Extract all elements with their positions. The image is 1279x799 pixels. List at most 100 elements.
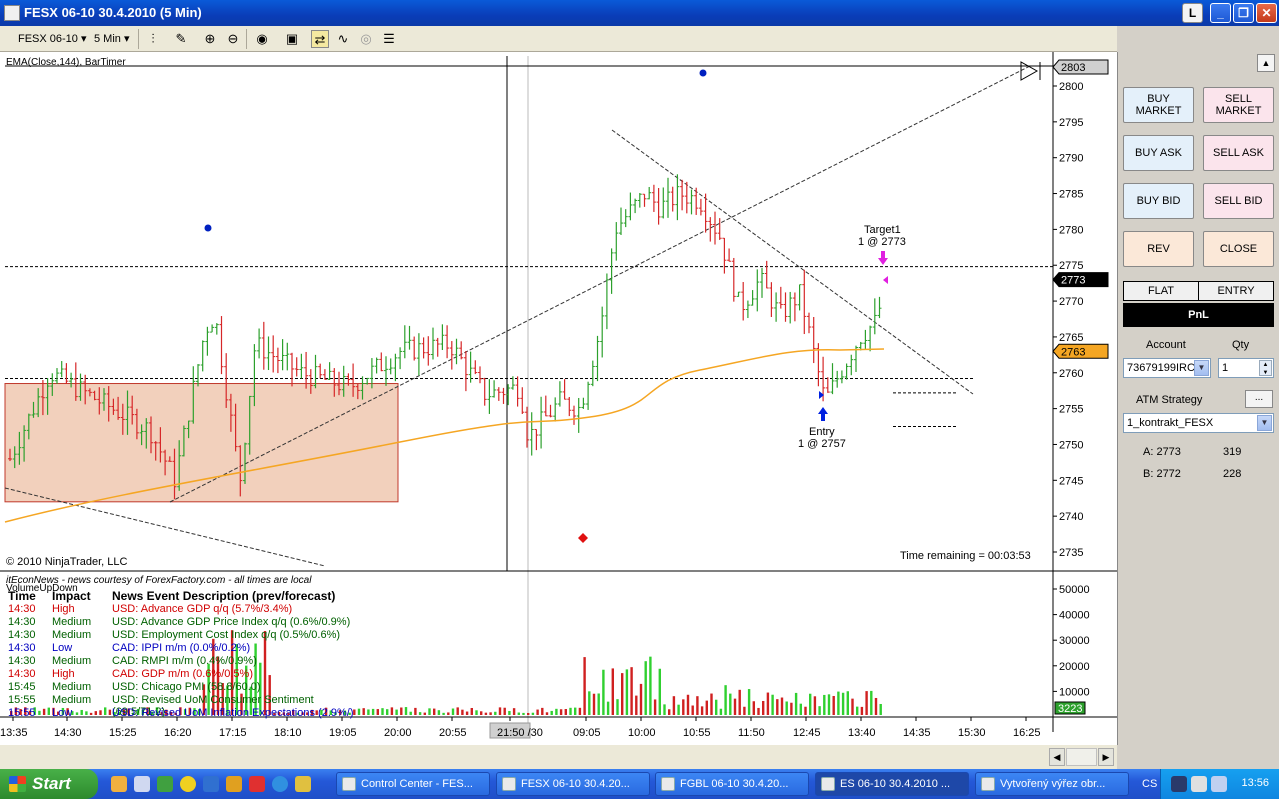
chevron-down-icon[interactable]: ▼ [1194, 360, 1209, 376]
volume-tick-label: 40000 [1059, 610, 1090, 622]
volume-bar [870, 690, 873, 715]
volume-bar [390, 707, 394, 715]
zoom-in-icon[interactable]: ⊕ [201, 30, 219, 48]
quicklaunch-icon-1[interactable] [111, 776, 127, 792]
wifi-icon[interactable] [1211, 776, 1227, 792]
close-position-button[interactable]: CLOSE [1203, 231, 1274, 267]
taskbar-task[interactable]: Vytvořený výřez obr... [975, 772, 1129, 796]
news-time: 15:55 [8, 707, 36, 719]
scroll-thumb[interactable] [1066, 748, 1097, 766]
chart-area[interactable]: 2800 2795 2790 2785 2780 2775 2770 2765 2760 2755… [0, 52, 1117, 745]
bar-type-icon[interactable]: ⫶ [144, 30, 162, 48]
buy-ask-button[interactable]: BUY ASK [1123, 135, 1194, 171]
drawing-tool-icon[interactable]: ✎ [172, 30, 190, 48]
target-marker [883, 276, 888, 284]
quicklaunch-icon-7[interactable] [249, 776, 265, 792]
properties-icon[interactable]: ▣ [283, 30, 301, 48]
globe-icon[interactable]: ◉ [253, 30, 271, 48]
price-tick-label: 2740 [1059, 511, 1083, 523]
sell-market-button[interactable]: SELL MARKET [1203, 87, 1274, 123]
buy-bid-button[interactable]: BUY BID [1123, 183, 1194, 219]
volume-bar [418, 712, 422, 715]
taskbar-task[interactable]: FGBL 06-10 30.4.20... [655, 772, 809, 796]
qty-stepper[interactable]: 1 ▲ ▼ [1218, 358, 1274, 378]
account-select[interactable]: 73679199IRC ▼ [1123, 358, 1211, 378]
start-button[interactable]: Start [0, 769, 98, 799]
quicklaunch-icon-2[interactable] [134, 776, 150, 792]
horizontal-scrollbar[interactable]: ◀ ▶ [0, 745, 1117, 769]
volume-bar [404, 707, 408, 715]
atm-label: ATM Strategy [1136, 394, 1203, 406]
entry-label: Entry [809, 426, 835, 438]
volume-bar [376, 709, 379, 715]
buy-market-button[interactable]: BUY MARKET [1123, 87, 1194, 123]
taskbar-task[interactable]: ES 06-10 30.4.2010 ... [815, 772, 969, 796]
internet-explorer-icon[interactable] [272, 776, 288, 792]
chart-trader-icon[interactable]: ⇄ [311, 30, 329, 48]
price-tick-label: 2765 [1059, 332, 1083, 344]
news-header-desc: News Event Description (prev/forecast) [112, 589, 336, 603]
link-button[interactable]: L [1182, 3, 1203, 23]
data-box-icon[interactable]: ☰ [380, 30, 398, 48]
scroll-right-icon[interactable]: ▶ [1098, 748, 1114, 766]
close-button[interactable]: ✕ [1256, 3, 1277, 23]
time-tick-label: 17:15 [219, 727, 247, 739]
chevron-down-icon[interactable]: ▼ [1257, 415, 1272, 431]
indicators-icon[interactable]: ∿ [334, 30, 352, 48]
volume-bar [522, 712, 525, 715]
strategy-icon[interactable]: ◎ [357, 30, 375, 48]
chart-toolbar: FESX 06-10 ▾ 5 Min ▾ ⫶ ✎ ⊕ ⊖ ◉ ▣ ⇄ ∿ ◎ ☰ [0, 26, 1117, 52]
volume-bar [762, 700, 765, 715]
sell-bid-button[interactable]: SELL BID [1203, 183, 1274, 219]
volume-bar [813, 696, 817, 715]
position-status: FLAT ENTRY [1123, 281, 1274, 301]
quicklaunch-star-icon[interactable] [180, 776, 196, 792]
zoom-out-icon[interactable]: ⊖ [224, 30, 242, 48]
volume-bar [639, 683, 643, 715]
news-desc: CAD: GDP m/m (0.6%/0.5%) [112, 668, 253, 680]
instrument-selector[interactable]: FESX 06-10 ▾ [18, 30, 87, 48]
ask-size: 319 [1223, 446, 1242, 458]
language-indicator[interactable]: CS [1142, 778, 1157, 790]
app-icon [4, 5, 20, 21]
time-tick-label: 13:35 [0, 727, 28, 739]
atm-strategy-select[interactable]: 1_kontrakt_FESX ▼ [1123, 413, 1274, 433]
window-icon [342, 777, 356, 791]
volume-bar [564, 709, 567, 715]
reverse-button[interactable]: REV [1123, 231, 1194, 267]
news-impact: High [52, 603, 75, 615]
time-tick-label: 13:40 [848, 727, 876, 739]
news-time: 14:30 [8, 668, 36, 680]
atm-options-button[interactable]: ... [1245, 390, 1273, 408]
tray-icon-1[interactable] [1171, 776, 1187, 792]
spinner-icon[interactable]: ▲ ▼ [1259, 360, 1272, 376]
volume-bar [611, 668, 614, 715]
time-tick-label: 15:30 [958, 727, 986, 739]
quicklaunch-lock-icon[interactable] [226, 776, 242, 792]
minimize-button[interactable]: _ [1210, 3, 1231, 23]
window-titlebar: FESX 06-10 30.4.2010 (5 Min) L _ ❐ ✕ [0, 0, 1279, 26]
quicklaunch-icon-5[interactable] [203, 776, 219, 792]
trendline-up [169, 65, 1031, 503]
news-impact: Medium [52, 655, 92, 667]
quicklaunch-icon-9[interactable] [295, 776, 311, 792]
volume-bar [456, 707, 459, 715]
news-time: 15:45 [8, 681, 36, 693]
volume-bar [461, 709, 464, 715]
tray-icon-2[interactable] [1191, 776, 1207, 792]
time-tick-label: 19:05 [329, 727, 357, 739]
time-tick-label: 21:50 /30 [497, 727, 543, 739]
sell-ask-button[interactable]: SELL ASK [1203, 135, 1274, 171]
price-tick-label: 2795 [1059, 117, 1083, 129]
volume-bar [465, 711, 469, 715]
taskbar-task[interactable]: Control Center - FES... [336, 772, 490, 796]
atm-value: 1_kontrakt_FESX [1127, 417, 1214, 429]
maximize-button[interactable]: ❐ [1233, 3, 1254, 23]
interval-selector[interactable]: 5 Min ▾ [94, 30, 130, 48]
collapse-arrow-icon[interactable]: ▲ [1257, 54, 1275, 72]
taskbar-task[interactable]: FESX 06-10 30.4.20... [496, 772, 650, 796]
qty-label: Qty [1232, 339, 1250, 351]
scroll-left-icon[interactable]: ◀ [1049, 748, 1065, 766]
volume-bar [625, 669, 629, 715]
quicklaunch-icon-3[interactable] [157, 776, 173, 792]
